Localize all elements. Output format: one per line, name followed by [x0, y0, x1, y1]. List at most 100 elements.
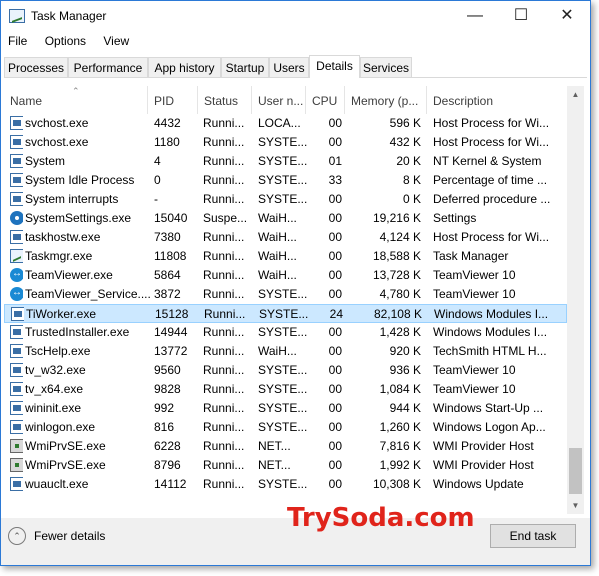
process-memory: 13,728 K — [372, 268, 421, 282]
minimize-button[interactable]: — — [452, 1, 498, 31]
process-description: TeamViewer 10 — [433, 287, 516, 301]
process-user: SYSTE... — [258, 135, 308, 149]
process-user: SYSTE... — [258, 173, 308, 187]
process-icon-cell — [7, 285, 23, 304]
process-status: Runni... — [203, 192, 245, 206]
process-icon-cell — [7, 171, 23, 190]
process-row[interactable]: TiWorker.exe 15128 Runni... SYSTE... 24 82,10… — [4, 304, 567, 323]
tab-details[interactable]: Details — [309, 55, 360, 78]
process-status: Runni... — [203, 382, 245, 396]
service-icon — [10, 401, 23, 415]
process-icon-cell — [7, 399, 23, 418]
tab-startup[interactable]: Startup — [221, 57, 269, 77]
process-pid: 7380 — [154, 230, 181, 244]
process-description: TeamViewer 10 — [433, 268, 516, 282]
process-row[interactable]: wininit.exe 992 Runni... SYSTE... 00 944 K Win… — [4, 399, 567, 418]
process-status: Runni... — [203, 477, 245, 491]
process-memory: 7,816 K — [379, 439, 421, 453]
process-user: SYSTE... — [259, 307, 309, 321]
tab-processes[interactable]: Processes — [4, 57, 68, 77]
process-row[interactable]: taskhostw.exe 7380 Runni... WaiH... 00 4,124 … — [4, 228, 567, 247]
process-status: Runni... — [203, 458, 245, 472]
column-header-status[interactable]: Status — [198, 86, 252, 114]
scrollbar-thumb[interactable] — [569, 448, 582, 494]
process-memory: 1,260 K — [379, 420, 421, 434]
process-details-list: ⌃ Name PID Status User n... CPU Memory (… — [4, 86, 567, 514]
column-header-memory[interactable]: Memory (p... — [345, 86, 427, 114]
chevron-up-icon[interactable]: ⌃ — [8, 527, 26, 545]
process-row[interactable]: svchost.exe 4432 Runni... LOCA... 00 596 K Hos… — [4, 114, 567, 133]
process-icon-cell — [7, 456, 23, 475]
process-cpu: 00 — [328, 439, 342, 453]
process-user: NET... — [258, 458, 291, 472]
process-row[interactable]: Taskmgr.exe 11808 Runni... WaiH... 00 18,588 … — [4, 247, 567, 266]
process-memory: 19,216 K — [372, 211, 421, 225]
process-row[interactable]: wuauclt.exe 14112 Runni... SYSTE... 00 10,308… — [4, 475, 567, 494]
menu-view[interactable]: View — [96, 32, 136, 48]
process-row[interactable]: winlogon.exe 816 Runni... SYSTE... 00 1,260 K… — [4, 418, 567, 437]
process-icon-cell — [7, 190, 23, 209]
service-icon — [10, 344, 23, 358]
process-icon-cell — [7, 380, 23, 399]
process-description: Windows Update — [433, 477, 524, 491]
process-description: Host Process for Wi... — [433, 135, 550, 149]
process-row[interactable]: SystemSettings.exe 15040 Suspe... WaiH... 00… — [4, 209, 567, 228]
process-row[interactable]: TrustedInstaller.exe 14944 Runni... SYSTE..… — [4, 323, 567, 342]
process-row[interactable]: System interrupts - Runni... SYSTE... 00 0 K D… — [4, 190, 567, 209]
menu-options[interactable]: Options — [38, 32, 93, 48]
process-row[interactable]: WmiPrvSE.exe 6228 Runni... NET... 00 7,816 K W… — [4, 437, 567, 456]
title-bar[interactable]: Task Manager — ☐ ✕ — [1, 1, 590, 31]
process-row[interactable]: tv_w32.exe 9560 Runni... SYSTE... 00 936 K Tea… — [4, 361, 567, 380]
window-title: Task Manager — [31, 9, 107, 23]
maximize-button[interactable]: ☐ — [498, 1, 544, 31]
menu-bar: File Options View — [1, 32, 136, 52]
process-pid: 9828 — [154, 382, 181, 396]
process-cpu: 00 — [328, 458, 342, 472]
scroll-down-arrow-icon[interactable]: ▼ — [567, 497, 584, 514]
column-header-description[interactable]: Description — [427, 86, 567, 114]
process-name: TiWorker.exe — [26, 307, 97, 321]
column-header-name-label: Name — [10, 94, 43, 108]
process-row[interactable]: System Idle Process 0 Runni... SYSTE... 33 8 … — [4, 171, 567, 190]
column-header-cpu[interactable]: CPU — [306, 86, 345, 114]
process-description: Windows Modules I... — [434, 307, 549, 321]
vertical-scrollbar[interactable]: ▲ ▼ — [567, 86, 584, 514]
process-cpu: 00 — [328, 363, 342, 377]
process-row[interactable]: TscHelp.exe 13772 Runni... WaiH... 00 920 K Te… — [4, 342, 567, 361]
process-name: wininit.exe — [25, 401, 82, 415]
process-status: Runni... — [203, 230, 245, 244]
process-status: Runni... — [203, 116, 245, 130]
fewer-details-link[interactable]: Fewer details — [34, 529, 105, 543]
column-header-name[interactable]: ⌃ Name — [4, 86, 148, 114]
column-header-pid[interactable]: PID — [148, 86, 198, 114]
process-row[interactable]: tv_x64.exe 9828 Runni... SYSTE... 00 1,084 K T… — [4, 380, 567, 399]
process-description: Windows Start-Up ... — [433, 401, 544, 415]
close-button[interactable]: ✕ — [544, 1, 590, 31]
process-memory: 10,308 K — [372, 477, 421, 491]
process-pid: 4 — [154, 154, 161, 168]
scroll-up-arrow-icon[interactable]: ▲ — [567, 86, 584, 103]
process-user: WaiH... — [258, 268, 297, 282]
process-pid: 4432 — [154, 116, 181, 130]
menu-file[interactable]: File — [1, 32, 34, 48]
tab-users[interactable]: Users — [269, 57, 309, 77]
service-icon — [10, 192, 23, 206]
tab-services[interactable]: Services — [360, 57, 412, 77]
service-icon — [11, 307, 24, 321]
tab-app-history[interactable]: App history — [148, 57, 221, 77]
process-row[interactable]: WmiPrvSE.exe 8796 Runni... NET... 00 1,992 K W… — [4, 456, 567, 475]
process-row[interactable]: svchost.exe 1180 Runni... SYSTE... 00 432 K Ho… — [4, 133, 567, 152]
end-task-button[interactable]: End task — [490, 524, 576, 548]
column-header-user-name[interactable]: User n... — [252, 86, 306, 114]
process-cpu: 00 — [328, 477, 342, 491]
process-memory: 0 K — [402, 192, 421, 206]
process-user: WaiH... — [258, 211, 297, 225]
tab-performance[interactable]: Performance — [68, 57, 148, 77]
process-row[interactable]: System 4 Runni... SYSTE... 01 20 K NT Kernel &… — [4, 152, 567, 171]
process-row[interactable]: TeamViewer_Service....3872 Runni... SYSTE.… — [4, 285, 567, 304]
process-status: Runni... — [203, 363, 245, 377]
process-name: Taskmgr.exe — [25, 249, 93, 263]
process-row[interactable]: TeamViewer.exe 5864 Runni... WaiH... 00 13,72… — [4, 266, 567, 285]
task-manager-icon — [10, 249, 23, 263]
process-name: WmiPrvSE.exe — [25, 439, 106, 453]
